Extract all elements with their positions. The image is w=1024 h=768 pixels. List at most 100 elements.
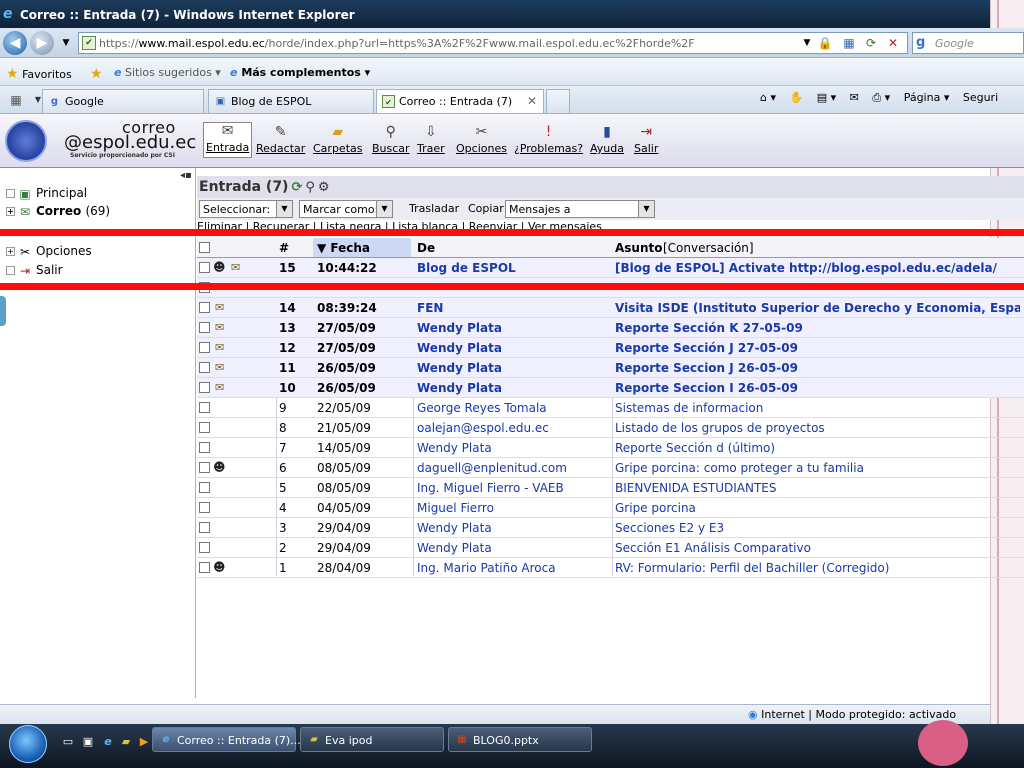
message-subject[interactable]: Reporte Sección K 27-05-09 [615, 321, 1020, 335]
taskbar-item-correo[interactable]: e Correo :: Entrada (7)... [152, 727, 301, 752]
message-from[interactable]: Wendy Plata [417, 521, 492, 535]
zone-status[interactable]: ◉ Internet | Modo protegido: activado [748, 708, 956, 721]
header-subject[interactable]: Asunto [615, 241, 663, 255]
header-date[interactable]: ▼ Fecha [317, 241, 370, 255]
table-row[interactable]: ✉ 10 26/05/09 Wendy Plata Reporte Seccion I … [197, 378, 1024, 398]
move-button[interactable]: Trasladar [409, 202, 459, 215]
select-dropdown[interactable]: Seleccionar: ▼ [199, 200, 293, 218]
message-from[interactable]: Ing. Miguel Fierro - VAEB [417, 481, 564, 495]
message-from[interactable]: Wendy Plata [417, 541, 492, 555]
table-row[interactable]: ✉ 11 26/05/09 Wendy Plata Reporte Seccion J … [197, 358, 1024, 378]
refresh-icon[interactable]: ⟳ [291, 180, 302, 195]
row-checkbox[interactable] [199, 362, 210, 373]
url-dropdown-icon[interactable]: ▼ [799, 35, 815, 51]
sidebar-item-principal[interactable]: ▣ Principal [6, 186, 87, 201]
message-subject[interactable]: Visita ISDE (Instituto Superior de Derec… [615, 301, 1020, 315]
folder-icon[interactable]: ▰ [118, 734, 134, 750]
message-from[interactable]: daguell@enplenitud.com [417, 461, 567, 475]
sidebar-item-correo[interactable]: + ✉ Correo (69) [6, 204, 110, 219]
close-tab-icon[interactable]: ✕ [527, 94, 537, 108]
feeds-icon[interactable]: ▤ ▾ [817, 91, 836, 104]
row-checkbox[interactable] [199, 402, 210, 413]
row-checkbox[interactable] [199, 302, 210, 313]
row-checkbox[interactable] [199, 322, 210, 333]
message-from[interactable]: Wendy Plata [417, 321, 502, 335]
table-row[interactable]: ☻ ✉ 15 10:44:22 Blog de ESPOL [Blog de ESPOL]… [197, 258, 1024, 278]
security-menu[interactable]: Seguri [963, 91, 998, 104]
forward-icon[interactable]: ▶ [30, 31, 54, 55]
table-row[interactable]: 7 14/05/09 Wendy Plata Reporte Sección d (ú… [197, 438, 1024, 458]
expand-icon[interactable]: + [6, 247, 15, 256]
start-button[interactable] [9, 725, 47, 763]
toolbar-entrada[interactable]: ✉ Entrada [203, 122, 253, 158]
message-subject[interactable]: Reporte Seccion J 26-05-09 [615, 361, 1020, 375]
sidebar-item-salir[interactable]: ⇥ Salir [6, 263, 63, 278]
back-icon[interactable]: ◀ [3, 31, 27, 55]
row-checkbox[interactable] [199, 262, 210, 273]
row-checkbox[interactable] [199, 522, 210, 533]
table-row[interactable]: 9 22/05/09 George Reyes Tomala Sistemas de … [197, 398, 1024, 418]
toolbar-ayuda[interactable]: ▮ Ayuda [590, 124, 624, 155]
message-subject[interactable]: BIENVENIDA ESTUDIANTES [615, 481, 1020, 495]
message-subject[interactable]: Reporte Seccion I 26-05-09 [615, 381, 1020, 395]
message-subject[interactable]: Reporte Sección J 27-05-09 [615, 341, 1020, 355]
url-input[interactable]: ✔ https://www.mail.espol.edu.ec/horde/in… [78, 32, 908, 54]
table-row[interactable]: ✉ 13 27/05/09 Wendy Plata Reporte Sección K … [197, 318, 1024, 338]
table-row[interactable]: 3 29/04/09 Wendy Plata Secciones E2 y E3 [197, 518, 1024, 538]
message-subject[interactable]: Gripe porcina [615, 501, 1020, 515]
table-row[interactable]: 4 04/05/09 Miguel Fierro Gripe porcina [197, 498, 1024, 518]
row-checkbox[interactable] [199, 502, 210, 513]
table-row[interactable]: ✉ 14 08:39:24 FEN Visita ISDE (Instituto Sup… [197, 298, 1024, 318]
taskbar-item-blog-pptx[interactable]: ▦ BLOG0.pptx [448, 727, 592, 752]
side-panel-tab[interactable] [0, 296, 6, 326]
search-input[interactable]: g Google [912, 32, 1024, 54]
message-from[interactable]: FEN [417, 301, 443, 315]
message-from[interactable]: Wendy Plata [417, 381, 502, 395]
select-all-checkbox[interactable] [199, 242, 210, 253]
suggested-sites-button[interactable]: e Sitios sugeridos ▾ [114, 66, 221, 79]
message-subject[interactable]: Gripe porcina: como proteger a tu famili… [615, 461, 1020, 475]
row-checkbox[interactable] [199, 542, 210, 553]
toolbar-redactar[interactable]: ✎ Redactar [256, 124, 305, 155]
print-icon[interactable]: ⎙ ▾ [872, 91, 890, 104]
filter-icon[interactable]: ⚙ [318, 180, 330, 195]
message-from[interactable]: Blog de ESPOL [417, 261, 516, 275]
header-conversation[interactable]: [Conversación] [663, 241, 754, 255]
quick-tabs-icon[interactable]: ▦ [8, 92, 24, 108]
message-from[interactable]: Wendy Plata [417, 441, 492, 455]
message-subject[interactable]: Sección E1 Análisis Comparativo [615, 541, 1020, 555]
message-subject[interactable]: Listado de los grupos de proyectos [615, 421, 1020, 435]
sidebar-item-opciones[interactable]: + ✂ Opciones [6, 244, 92, 259]
page-menu[interactable]: Página ▾ [904, 91, 950, 104]
home-icon[interactable]: ⌂ ▾ [760, 91, 776, 104]
taskbar-item-eva-ipod[interactable]: ▰ Eva ipod [300, 727, 444, 752]
toolbar-traer[interactable]: ⇩ Traer [417, 124, 445, 155]
toolbar-buscar[interactable]: ⚲ Buscar [372, 124, 410, 155]
header-number[interactable]: # [279, 241, 289, 255]
media-player-icon[interactable]: ▶ [136, 734, 152, 750]
message-from[interactable]: Ing. Mario Patiño Aroca [417, 561, 556, 575]
message-subject[interactable]: RV: Formulario: Perfil del Bachiller (Co… [615, 561, 1020, 575]
copy-button[interactable]: Copiar [468, 202, 504, 215]
add-favorite-icon[interactable]: ★ [90, 66, 103, 82]
row-checkbox[interactable] [199, 562, 210, 573]
mark-as-dropdown[interactable]: Marcar como: ▼ [299, 200, 393, 218]
toolbar-carpetas[interactable]: ▰ Carpetas [313, 124, 362, 155]
search-icon[interactable]: ⚲ [305, 180, 315, 195]
table-row[interactable]: 2 29/04/09 Wendy Plata Sección E1 Análisis … [197, 538, 1024, 558]
mail-icon[interactable]: ✉ [850, 91, 859, 104]
table-row[interactable]: 5 08/05/09 Ing. Miguel Fierro - VAEB BIENVE… [197, 478, 1024, 498]
table-row[interactable]: ☻ 1 28/04/09 Ing. Mario Patiño Aroca RV: For… [197, 558, 1024, 578]
message-subject[interactable]: Secciones E2 y E3 [615, 521, 1020, 535]
stop-icon[interactable]: ✕ [885, 35, 901, 51]
new-tab-button[interactable] [546, 89, 570, 113]
table-row[interactable]: ✉ 12 27/05/09 Wendy Plata Reporte Sección J … [197, 338, 1024, 358]
message-subject[interactable]: Sistemas de informacion [615, 401, 1020, 415]
toolbar-opciones[interactable]: ✂ Opciones [456, 124, 507, 155]
row-checkbox[interactable] [199, 382, 210, 393]
tab-correo[interactable]: ✔ Correo :: Entrada (7) ✕ [376, 89, 544, 113]
target-folder-dropdown[interactable]: Mensajes a ▼ [505, 200, 655, 218]
collapse-sidebar-icon[interactable]: ◂▪ [180, 170, 192, 181]
show-desktop-icon[interactable]: ▭ [60, 734, 76, 750]
addons-button[interactable]: e Más complementos ▾ [230, 66, 370, 79]
